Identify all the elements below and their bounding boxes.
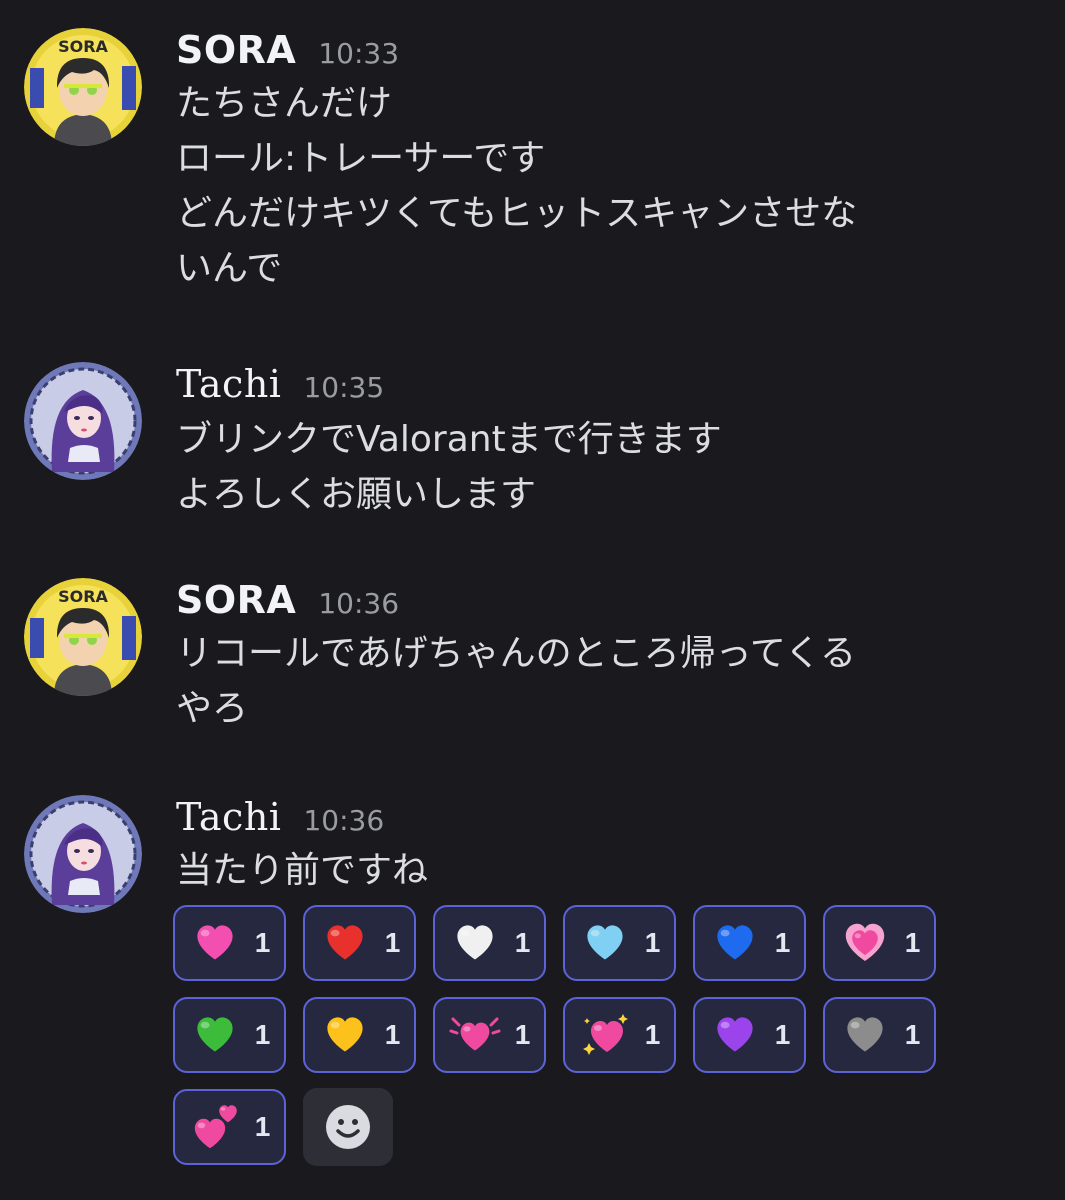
message-header: SORA 10:36 [176, 578, 399, 628]
message-line: たちさんだけ [176, 83, 393, 124]
timestamp: 10:35 [303, 371, 385, 404]
message-content: ブリンクでValorantまで行きます よろしくお願いします [176, 412, 1016, 522]
tachi-avatar-icon [24, 362, 142, 480]
message-line: どんだけキツくてもヒットスキャンさせな [176, 193, 858, 234]
reaction-chip[interactable]: 1 [173, 1089, 286, 1165]
message-content: 当たり前ですね [176, 843, 1016, 898]
message-content: たちさんだけ ロール:トレーサーです どんだけキツくてもヒットスキャンさせな い… [176, 76, 1016, 296]
username[interactable]: Tachi [176, 795, 281, 839]
timestamp: 10:36 [303, 804, 385, 837]
green-heart-icon [197, 1017, 233, 1052]
username[interactable]: SORA [176, 28, 296, 72]
timestamp: 10:33 [318, 37, 400, 70]
reaction-chip[interactable]: 1 [173, 997, 286, 1073]
reaction-count: 1 [254, 927, 271, 958]
svg-text:SORA: SORA [58, 37, 108, 56]
reaction-chip[interactable]: 1 [433, 997, 546, 1073]
message-header: Tachi 10:36 [176, 795, 384, 845]
reaction-count: 1 [774, 927, 791, 958]
grey-heart-icon [847, 1017, 883, 1052]
avatar[interactable]: SORA [24, 578, 142, 696]
sora-avatar-icon: SORA [24, 28, 142, 146]
add-reaction-button[interactable] [303, 1088, 393, 1166]
light-blue-heart-icon [587, 925, 623, 960]
yellow-heart-icon [327, 1017, 363, 1052]
message-line: やろ [176, 688, 249, 729]
reaction-count: 1 [904, 927, 921, 958]
reaction-chip[interactable]: 1 [433, 905, 546, 981]
avatar[interactable] [24, 362, 142, 480]
reaction-chip[interactable]: 1 [823, 997, 936, 1073]
pink-heart-icon [197, 925, 233, 960]
tachi-avatar-icon [24, 795, 142, 913]
timestamp: 10:36 [318, 587, 400, 620]
purple-heart-icon [717, 1017, 753, 1052]
reaction-count: 1 [384, 927, 401, 958]
message-line: リコールであげちゃんのところ帰ってくる [176, 633, 857, 674]
reaction-count: 1 [644, 927, 661, 958]
smiley-icon [326, 1105, 370, 1149]
reaction-count: 1 [254, 1111, 271, 1142]
message-line: いんで [176, 248, 283, 289]
reaction-count: 1 [774, 1019, 791, 1050]
growing-heart-icon [845, 923, 884, 961]
reaction-count: 1 [644, 1019, 661, 1050]
message-line: ロール:トレーサーです [176, 138, 546, 179]
chat-screen: { "messages": [ { "author": "SORA", "tim… [0, 0, 1065, 1200]
avatar[interactable]: SORA [24, 28, 142, 146]
reaction-chip[interactable]: 1 [563, 997, 676, 1073]
reaction-chip[interactable]: 1 [303, 997, 416, 1073]
reaction-count: 1 [514, 1019, 531, 1050]
sora-avatar-icon: SORA [24, 578, 142, 696]
sparkling-heart-icon [582, 1014, 628, 1055]
reaction-chip[interactable]: 1 [173, 905, 286, 981]
reaction-chip[interactable]: 1 [823, 905, 936, 981]
message-content: リコールであげちゃんのところ帰ってくる やろ [176, 626, 1016, 736]
beating-heart-icon [449, 1017, 501, 1051]
reaction-chip[interactable]: 1 [693, 997, 806, 1073]
red-heart-icon [327, 925, 363, 960]
white-heart-icon [457, 925, 493, 960]
reaction-chip[interactable]: 1 [303, 905, 416, 981]
message-line: よろしくお願いします [176, 474, 537, 515]
two-hearts-icon [194, 1105, 237, 1149]
message-line: ブリンクでValorantまで行きます [176, 419, 722, 460]
username[interactable]: Tachi [176, 362, 281, 406]
reaction-chip[interactable]: 1 [693, 905, 806, 981]
message-header: Tachi 10:35 [176, 362, 384, 412]
message-header: SORA 10:33 [176, 28, 399, 78]
message-line: 当たり前ですね [176, 850, 429, 891]
reaction-count: 1 [384, 1019, 401, 1050]
username[interactable]: SORA [176, 578, 296, 622]
reaction-count: 1 [254, 1019, 271, 1050]
reaction-chip[interactable]: 1 [563, 905, 676, 981]
blue-heart-icon [717, 925, 753, 960]
reaction-count: 1 [514, 927, 531, 958]
svg-text:SORA: SORA [58, 587, 108, 606]
reaction-count: 1 [904, 1019, 921, 1050]
avatar[interactable] [24, 795, 142, 913]
